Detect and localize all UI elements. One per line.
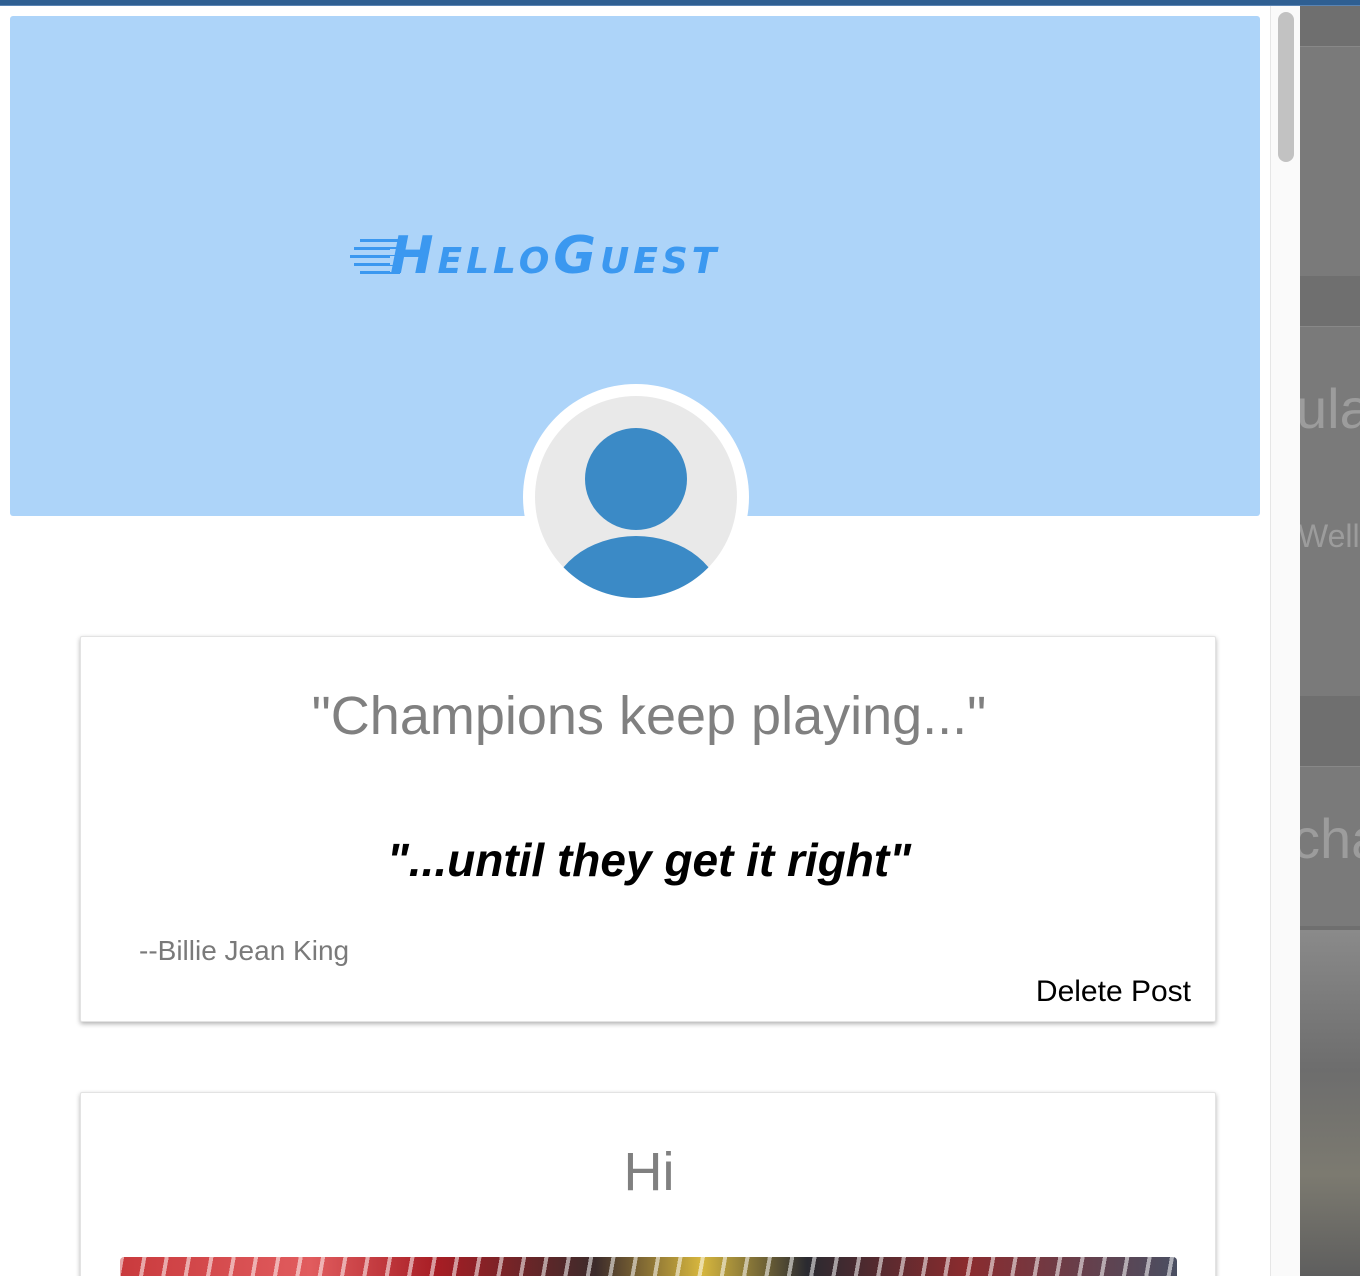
background-text: Well [1300,518,1360,554]
post-author: --Billie Jean King [139,935,350,966]
post-image [120,1257,1177,1276]
post-title: "Champions keep playing..." [311,686,987,746]
scrollbar-thumb[interactable] [1278,12,1294,162]
background-page: ula Well cha [1300,6,1360,1276]
avatar-head [585,428,687,530]
helloguest-logo: HelloGuest [350,226,930,286]
avatar-body [549,536,723,598]
delete-post-button[interactable]: Delete Post [1036,975,1191,1009]
post-card: "Champions keep playing..." "...until th… [80,636,1216,1022]
background-text: ula [1300,377,1360,440]
profile-panel[interactable]: HelloGuest "Champions keep playing..." "… [0,6,1300,1276]
post-quote: "...until they get it right" [386,834,912,886]
background-photo [1300,930,1360,1276]
background-text: cha [1300,807,1360,870]
post-title: Hi [623,1142,675,1202]
logo-text: HelloGuest [390,226,721,286]
post-card: Hi [80,1092,1216,1276]
scrollbar-track[interactable] [1270,6,1300,1276]
user-silhouette-icon[interactable] [535,396,737,598]
background-section [1300,46,1360,276]
